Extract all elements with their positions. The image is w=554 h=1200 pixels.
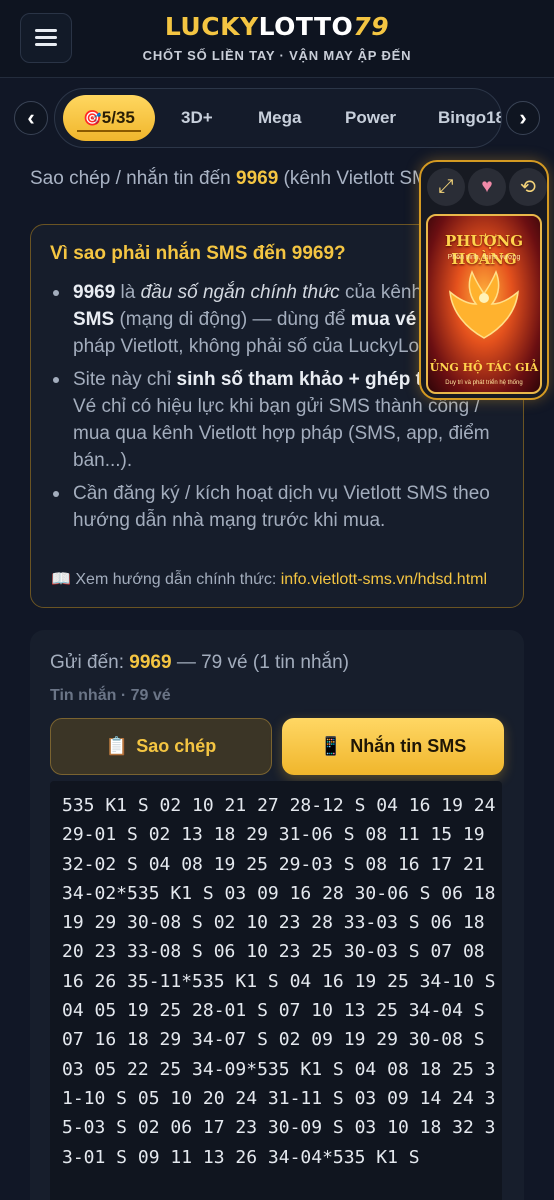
promo-footer-sub: Duy trì và phát triển hệ thống bbox=[445, 380, 523, 386]
promo-widget[interactable]: ⤢ ♥ ⟲ PHƯỢNG HOÀNG Phồn vinh, thịnh vượn… bbox=[419, 160, 549, 400]
expand-icon: ⤢ bbox=[438, 176, 454, 197]
message-textarea[interactable]: 535 K1 S 02 10 21 27 28-12 S 04 16 19 24… bbox=[50, 781, 502, 1200]
promo-subtitle: Phồn vinh, thịnh vượng bbox=[447, 254, 521, 261]
send-to: Gửi đến: 9969 — 79 vé (1 tin nhắn) bbox=[50, 652, 349, 673]
send-sms-button[interactable]: 📱 Nhắn tin SMS bbox=[282, 718, 504, 775]
clipboard-icon: 📋 bbox=[105, 736, 129, 756]
copy-button[interactable]: 📋 Sao chép bbox=[50, 718, 272, 775]
chevron-left-icon: ‹ bbox=[27, 105, 35, 130]
game-tabs: 🎯5/35 3D+ Mega Power Bingo18 bbox=[54, 88, 502, 148]
rotate-button[interactable]: ⟲ bbox=[509, 168, 547, 206]
message-text: 535 K1 S 02 10 21 27 28-12 S 04 16 19 24… bbox=[62, 795, 507, 1168]
phone-icon: 📱 bbox=[319, 736, 343, 756]
heart-icon: ♥ bbox=[481, 176, 493, 197]
message-label: Tin nhắn · 79 vé bbox=[50, 687, 171, 704]
phoenix-banner[interactable]: PHƯỢNG HOÀNG Phồn vinh, thịnh vượng ỦNG … bbox=[426, 214, 542, 394]
sms-card: Gửi đến: 9969 — 79 vé (1 tin nhắn) Tin n… bbox=[30, 630, 524, 1200]
chevron-right-icon: › bbox=[519, 105, 527, 130]
rotate-icon: ⟲ bbox=[520, 176, 536, 198]
app-header: LUCKYLOTTO79 CHỐT SỐ LIỀN TAY · VẬN MAY … bbox=[0, 0, 554, 78]
guide-link[interactable]: info.vietlott-sms.vn/hdsd.html bbox=[281, 571, 487, 588]
why-title: Vì sao phải nhắn SMS đến 9969? bbox=[50, 243, 346, 264]
logo[interactable]: LUCKYLOTTO79 bbox=[0, 12, 554, 41]
promo-footer: ỦNG HỘ TÁC GIẢ bbox=[429, 361, 539, 374]
bullet-item: Cần đăng ký / kích hoạt dịch vụ Vietlott… bbox=[51, 480, 511, 534]
phoenix-icon bbox=[449, 270, 519, 339]
tab-bingo18[interactable]: Bingo18 bbox=[438, 95, 501, 141]
tab-power[interactable]: Power bbox=[345, 95, 396, 141]
tab-3dplus[interactable]: 3D+ bbox=[181, 95, 213, 141]
tabs-prev-button[interactable]: ‹ bbox=[14, 101, 48, 135]
promo-title: PHƯỢNG HOÀNG bbox=[444, 232, 524, 268]
tagline: CHỐT SỐ LIỀN TAY · VẬN MAY ẬP ĐẾN bbox=[142, 48, 412, 63]
target-icon: 🎯 bbox=[83, 110, 102, 127]
tab-535[interactable]: 🎯5/35 bbox=[63, 95, 155, 141]
tabs-next-button[interactable]: › bbox=[506, 101, 540, 135]
heart-button[interactable]: ♥ bbox=[468, 168, 506, 206]
tab-mega[interactable]: Mega bbox=[258, 95, 301, 141]
copy-instruction: Sao chép / nhắn tin đến 9969 (kênh Vietl… bbox=[30, 168, 447, 189]
expand-button[interactable]: ⤢ bbox=[427, 168, 465, 206]
official-guide: 📖 Xem hướng dẫn chính thức: info.vietlot… bbox=[51, 571, 488, 588]
